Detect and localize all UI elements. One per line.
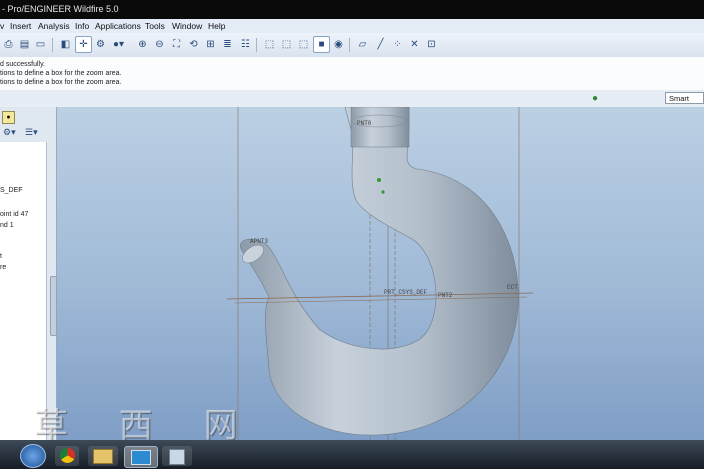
toolbar: ⎙ ▤ ▭ ◧ ✛ ⚙ ●▾ ⊕ ⊖ ⛶ ⟲ ⊞ ≣ ☷ ⬚ ⬚ ⬚ ■ ◉ ▱… <box>0 33 704 58</box>
refit-icon[interactable]: ⛶ <box>169 37 184 52</box>
graphics-viewport[interactable]: PNT0 APNT3 PRT_CSYS_DEF PNT2 ECT <box>57 107 704 440</box>
print-preview-icon[interactable]: ▤ <box>17 37 32 52</box>
print-icon[interactable]: ⎙ <box>1 37 16 52</box>
coordinate-systems-icon[interactable]: ✕ <box>407 37 422 52</box>
toolbar-separator <box>256 38 257 52</box>
model-tree-item[interactable]: nd 1 <box>0 222 14 229</box>
no-hidden-icon[interactable]: ⬚ <box>296 37 311 52</box>
menu-analysis[interactable]: Analysis <box>38 21 70 31</box>
message-line: tions to define a box for the zoom area. <box>0 70 122 77</box>
repaint-icon[interactable]: ◧ <box>58 37 73 52</box>
message-line: tions to define a box for the zoom area. <box>0 79 122 86</box>
datum-points-icon[interactable]: ⁘ <box>390 37 405 52</box>
datum-point <box>381 190 385 194</box>
layers-tree-icon[interactable]: ☷ <box>238 37 253 52</box>
tree-settings-icon[interactable]: ⚙▾ <box>3 127 16 138</box>
menu-view[interactable]: v <box>0 21 4 31</box>
display-style-icon[interactable]: ●▾ <box>111 37 126 52</box>
zoom-out-icon[interactable]: ⊖ <box>152 37 167 52</box>
hook-model: PNT0 APNT3 PRT_CSYS_DEF PNT2 ECT <box>226 107 534 440</box>
app-icon[interactable] <box>162 446 192 466</box>
regen-status-icon[interactable]: ● <box>592 93 600 104</box>
window-title: - Pro/ENGINEER Wildfire 5.0 <box>2 4 119 14</box>
menu-window[interactable]: Window <box>172 21 202 31</box>
toolbar-separator <box>52 38 53 52</box>
tree-columns-icon[interactable]: ☰▾ <box>25 127 38 138</box>
menu-bar: v Insert Analysis Info Applications Tool… <box>0 19 704 34</box>
menu-insert[interactable]: Insert <box>10 21 31 31</box>
hidden-line-icon[interactable]: ⬚ <box>279 37 294 52</box>
shading-icon[interactable]: ■ <box>313 36 330 53</box>
enhanced-realism-icon[interactable]: ◉ <box>331 37 346 52</box>
message-line: d successfully. <box>0 61 45 68</box>
selection-filter-select[interactable]: Smart <box>665 92 704 104</box>
layers-icon[interactable]: ≣ <box>220 37 235 52</box>
zoom-in-icon[interactable]: ⊕ <box>135 37 150 52</box>
save-copy-icon[interactable]: ▭ <box>33 37 48 52</box>
datum-label-csys: PRT_CSYS_DEF <box>384 289 428 296</box>
datum-planes-icon[interactable]: ▱ <box>355 37 370 52</box>
file-explorer-icon[interactable] <box>88 446 118 466</box>
datum-label-right: ECT <box>507 284 518 291</box>
datum-label-top: PNT0 <box>357 120 372 127</box>
reorient-icon[interactable]: ⟲ <box>186 37 201 52</box>
title-bar: - Pro/ENGINEER Wildfire 5.0 <box>0 0 704 19</box>
hook-body <box>240 107 519 436</box>
wireframe-icon[interactable]: ⬚ <box>262 37 277 52</box>
orient-mode-icon[interactable]: ⚙ <box>93 37 108 52</box>
datum-point <box>377 178 381 182</box>
proe-icon[interactable] <box>124 446 158 468</box>
toolbar-separator <box>349 38 350 52</box>
model-tree: S_DEF oint id 47 nd 1 t re <box>0 142 47 440</box>
datum-axes-icon[interactable]: ╱ <box>373 37 388 52</box>
datum-label-pnt: PNT2 <box>438 292 453 299</box>
navigator-scrollbar[interactable] <box>50 276 57 336</box>
spin-center-icon[interactable]: ✛ <box>75 36 92 53</box>
menu-tools[interactable]: Tools <box>145 21 165 31</box>
model-tree-item[interactable]: re <box>0 264 6 271</box>
menu-info[interactable]: Info <box>75 21 89 31</box>
saved-views-icon[interactable]: ⊞ <box>203 37 218 52</box>
model-tree-item[interactable]: S_DEF <box>0 187 23 194</box>
model-tree-tab-icon[interactable]: ● <box>2 111 15 124</box>
chrome-icon[interactable] <box>55 446 79 466</box>
menu-help[interactable]: Help <box>208 21 225 31</box>
message-area: d successfully. tions to define a box fo… <box>0 57 704 91</box>
menu-applications[interactable]: Applications <box>95 21 141 31</box>
model-tree-item[interactable]: t <box>0 253 2 260</box>
datum-label-left: APNT3 <box>250 238 268 245</box>
annotations-icon[interactable]: ⊡ <box>424 37 439 52</box>
model-tree-item[interactable]: oint id 47 <box>0 211 28 218</box>
start-button[interactable] <box>20 444 46 468</box>
